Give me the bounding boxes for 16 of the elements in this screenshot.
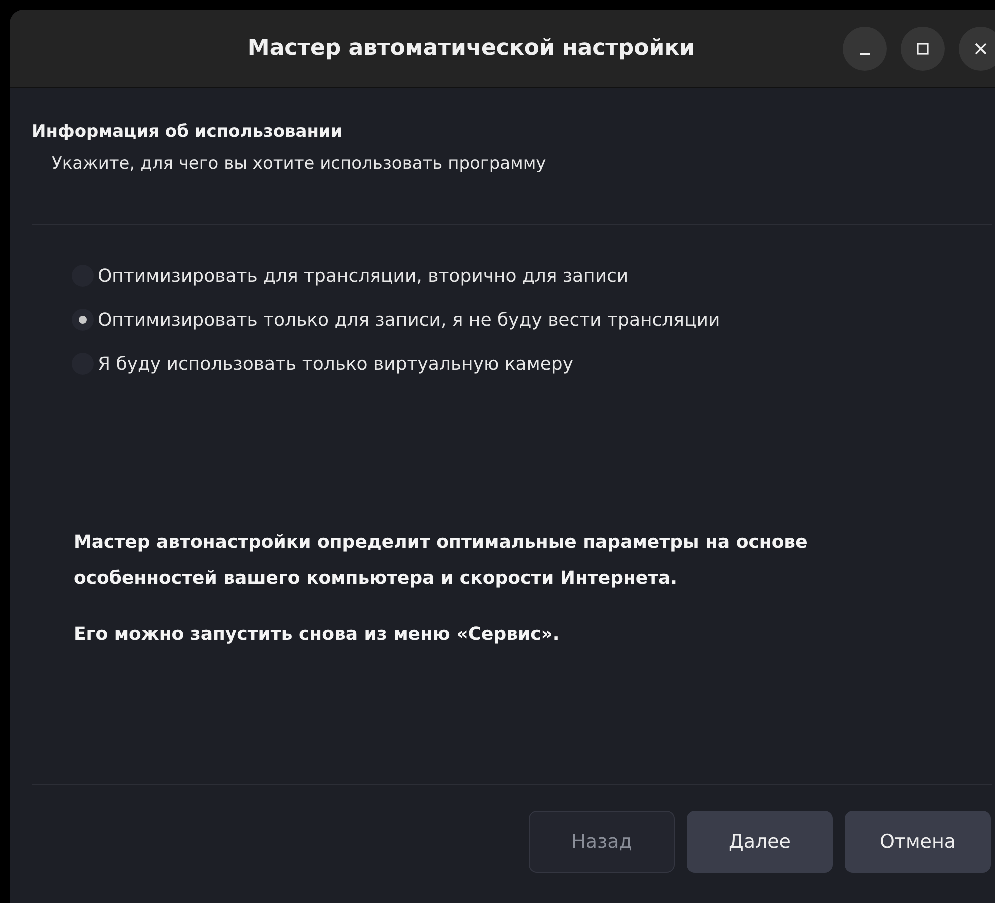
info-text: Его можно запустить снова из меню «Сервис». (74, 623, 561, 647)
info-text: Мастер автонастройки определит оптимальные параметры на основе особенностей вашего компьютера и скорости Интернета. (74, 531, 809, 591)
dialog-button[interactable]: Далее (687, 811, 833, 873)
dialog-button[interactable]: Отмена (845, 811, 991, 873)
maximize-icon (916, 42, 930, 56)
radio-button[interactable] (72, 309, 94, 331)
section-subheading: Укажите, для чего вы хотите использовать программу (52, 154, 548, 174)
section-heading: Информация об использовании (32, 122, 344, 142)
minimize-icon (860, 52, 870, 54)
window-title: Мастер автоматической настройки (246, 36, 696, 61)
radio-option[interactable]: Оптимизировать для трансляции, вторично для записи (72, 265, 995, 287)
radio-option[interactable]: Я буду использовать только виртуальную камеру (72, 353, 995, 375)
close-icon (974, 42, 988, 56)
radio-option[interactable]: Оптимизировать только для записи, я не буду вести трансляции (72, 309, 995, 331)
close-button[interactable] (959, 26, 995, 70)
maximize-button[interactable] (901, 26, 945, 70)
